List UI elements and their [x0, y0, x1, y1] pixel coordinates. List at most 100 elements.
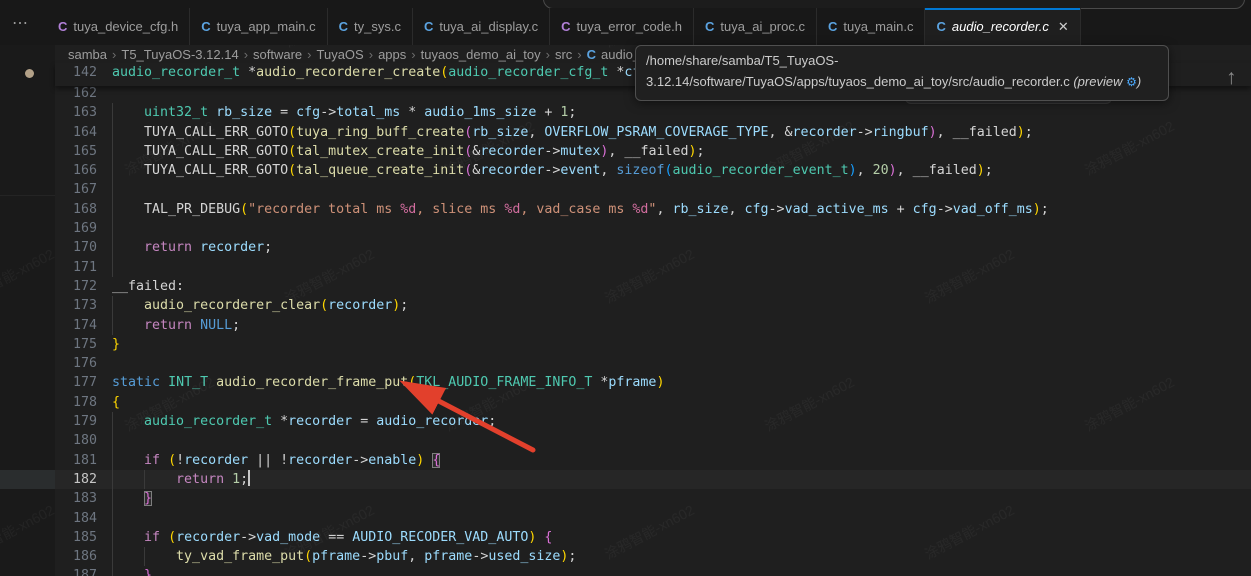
- code-line-content: TAL_PR_DEBUG("recorder total ms %d, slic…: [112, 200, 1049, 219]
- code-line-181[interactable]: 181 if (!recorder || !recorder->enable) …: [55, 451, 1251, 470]
- c-file-icon: C: [58, 19, 67, 34]
- code-token: ringbuf: [873, 125, 929, 140]
- code-token: pframe: [312, 549, 360, 564]
- code-token: OVERFLOW_PSRAM_COVERAGE_TYPE: [544, 125, 768, 140]
- code-line-172[interactable]: 172__failed:: [55, 277, 1251, 296]
- tab-label: audio_recorder.c: [952, 19, 1049, 34]
- code-line-177[interactable]: 177static INT_T audio_recorder_frame_put…: [55, 373, 1251, 392]
- code-token: pframe: [424, 549, 472, 564]
- chevron-right-icon: ›: [112, 47, 116, 62]
- code-token: sizeof: [616, 163, 664, 178]
- code-token: *: [240, 65, 256, 80]
- code-line-184[interactable]: 184: [55, 509, 1251, 528]
- code-line-183[interactable]: 183 }: [55, 489, 1251, 508]
- code-line-163[interactable]: 163 uint32_t rb_size = cfg->total_ms * a…: [55, 103, 1251, 122]
- line-number: 187: [55, 566, 97, 576]
- code-token: ;: [568, 105, 576, 120]
- code-line-180[interactable]: 180: [55, 431, 1251, 450]
- code-token: +: [536, 105, 560, 120]
- text-cursor: [248, 470, 250, 486]
- code-line-182[interactable]: 182 return 1;: [55, 470, 1251, 489]
- code-token: audio_1ms_size: [424, 105, 536, 120]
- code-line-169[interactable]: 169: [55, 219, 1251, 238]
- c-file-icon: C: [201, 19, 210, 34]
- code-token: (: [288, 144, 296, 159]
- line-number: 185: [55, 528, 97, 547]
- code-token: used_size: [488, 549, 560, 564]
- breadcrumb-item[interactable]: tuyaos_demo_ai_toy: [421, 47, 541, 62]
- code-token: %d: [632, 202, 648, 217]
- tab-label: ty_sys.c: [354, 19, 401, 34]
- close-tab-icon[interactable]: ✕: [1058, 20, 1069, 33]
- tab-tuya_main.c[interactable]: Ctuya_main.c: [817, 8, 925, 45]
- code-token: , vad_case ms: [520, 202, 632, 217]
- tab-label: tuya_ai_proc.c: [720, 19, 805, 34]
- code-line-187[interactable]: 187 }: [55, 566, 1251, 576]
- code-token: recorder: [288, 414, 352, 429]
- line-number: 164: [55, 123, 97, 142]
- line-number: 172: [55, 277, 97, 296]
- code-token: audio_recorder_t: [144, 414, 272, 429]
- code-token: [192, 318, 200, 333]
- breadcrumb-item[interactable]: TuyaOS: [317, 47, 364, 62]
- indent-guide: [112, 509, 113, 528]
- code-line-165[interactable]: 165 TUYA_CALL_ERR_GOTO(tal_mutex_create_…: [55, 142, 1251, 161]
- breakpoint-dot-icon[interactable]: [25, 69, 34, 78]
- code-line-164[interactable]: 164 TUYA_CALL_ERR_GOTO(tuya_ring_buff_cr…: [55, 123, 1251, 142]
- code-token: enable: [368, 453, 416, 468]
- tab-tuya_ai_proc.c[interactable]: Ctuya_ai_proc.c: [694, 8, 817, 45]
- code-line-179[interactable]: 179 audio_recorder_t *recorder = audio_r…: [55, 412, 1251, 431]
- code-line-174[interactable]: 174 return NULL;: [55, 316, 1251, 335]
- code-line-178[interactable]: 178{: [55, 393, 1251, 412]
- code-token: ;: [1041, 202, 1049, 217]
- code-token: recorder: [184, 453, 248, 468]
- code-line-171[interactable]: 171: [55, 258, 1251, 277]
- breadcrumb-item[interactable]: software: [253, 47, 302, 62]
- more-tabs-icon[interactable]: ⋯: [12, 13, 30, 33]
- code-editor[interactable]: 162163 uint32_t rb_size = cfg->total_ms …: [55, 84, 1251, 576]
- sticky-line-code: audio_recorder_t *audio_recorderer_creat…: [112, 63, 648, 82]
- code-token: mutex: [560, 144, 600, 159]
- code-token: ;: [232, 318, 240, 333]
- indent-guide: [112, 219, 113, 238]
- c-file-icon: C: [587, 47, 596, 62]
- code-token: if: [144, 453, 160, 468]
- code-token: *: [592, 375, 608, 390]
- gear-icon[interactable]: ⚙: [1126, 75, 1137, 89]
- code-line-175[interactable]: 175}: [55, 335, 1251, 354]
- code-token: 1: [232, 472, 240, 487]
- indent-guide: [112, 431, 113, 450]
- code-token: {: [432, 453, 440, 468]
- code-line-173[interactable]: 173 audio_recorderer_clear(recorder);: [55, 296, 1251, 315]
- code-token: tuya_ring_buff_create: [296, 125, 464, 140]
- code-line-186[interactable]: 186 ty_vad_frame_put(pframe->pbuf, pfram…: [55, 547, 1251, 566]
- line-number: 175: [55, 335, 97, 354]
- code-line-166[interactable]: 166 TUYA_CALL_ERR_GOTO(tal_queue_create_…: [55, 161, 1251, 180]
- tab-tuya_device_cfg.h[interactable]: Ctuya_device_cfg.h: [47, 8, 190, 45]
- code-token: [112, 453, 144, 468]
- code-token: ,: [729, 202, 745, 217]
- breadcrumb-item[interactable]: T5_TuyaOS-3.12.14: [121, 47, 238, 62]
- code-token: pbuf: [376, 549, 408, 564]
- code-token: ;: [985, 163, 993, 178]
- code-token: [192, 240, 200, 255]
- breadcrumb-item[interactable]: apps: [378, 47, 406, 62]
- code-token: , &: [769, 125, 793, 140]
- breadcrumb-item[interactable]: samba: [68, 47, 107, 62]
- code-line-170[interactable]: 170 return recorder;: [55, 238, 1251, 257]
- code-line-176[interactable]: 176: [55, 354, 1251, 373]
- tab-audio_recorder.c[interactable]: Caudio_recorder.c✕: [925, 8, 1080, 45]
- tab-tuya_app_main.c[interactable]: Ctuya_app_main.c: [190, 8, 327, 45]
- breadcrumb-item[interactable]: src: [555, 47, 572, 62]
- code-line-167[interactable]: 167: [55, 180, 1251, 199]
- tab-ty_sys.c[interactable]: Cty_sys.c: [328, 8, 413, 45]
- code-token: recorder: [328, 298, 392, 313]
- scroll-top-icon[interactable]: ↑: [1226, 66, 1237, 90]
- code-line-185[interactable]: 185 if (recorder->vad_mode == AUDIO_RECO…: [55, 528, 1251, 547]
- code-token: cfg: [913, 202, 937, 217]
- code-line-168[interactable]: 168 TAL_PR_DEBUG("recorder total ms %d, …: [55, 200, 1251, 219]
- c-file-icon: C: [561, 19, 570, 34]
- tab-tuya_ai_display.c[interactable]: Ctuya_ai_display.c: [413, 8, 550, 45]
- tab-tuya_error_code.h[interactable]: Ctuya_error_code.h: [550, 8, 694, 45]
- code-line-content: TUYA_CALL_ERR_GOTO(tuya_ring_buff_create…: [112, 123, 1033, 142]
